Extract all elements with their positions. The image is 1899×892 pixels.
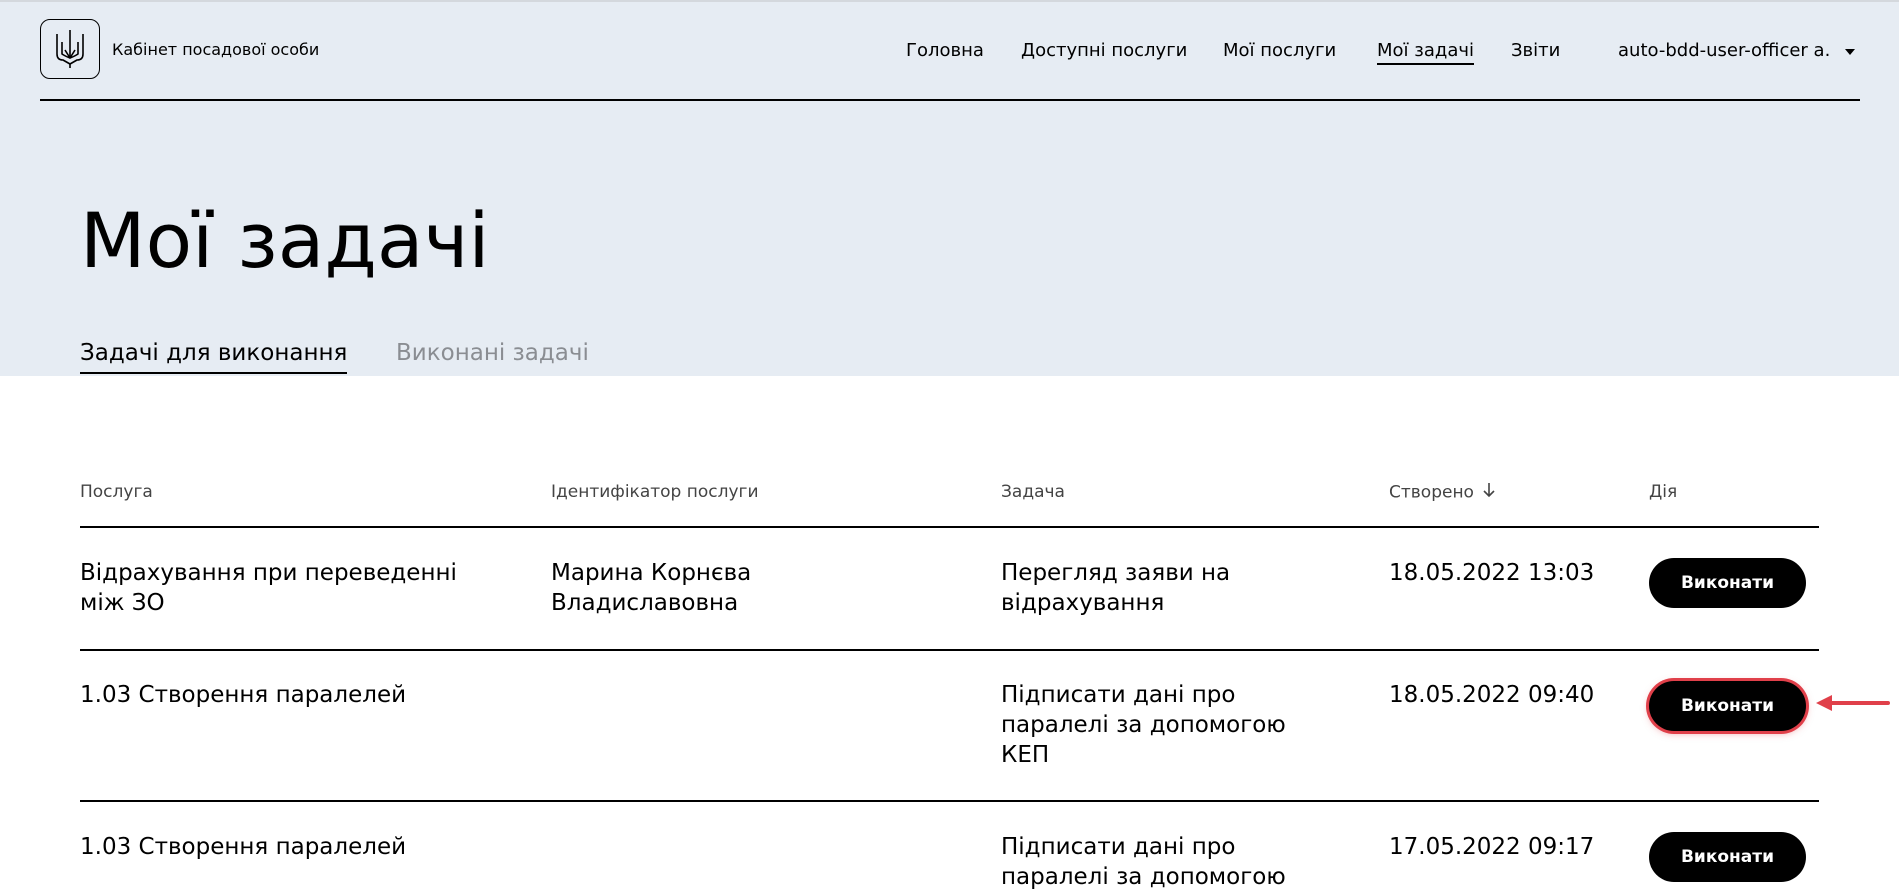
cell-task-line: Підписати дані про bbox=[1001, 834, 1236, 860]
column-header-identifier: Ідентифікатор послуги bbox=[551, 482, 759, 502]
cell-service: Відрахування при переведенні між ЗО bbox=[80, 558, 457, 618]
cell-task-line: Перегляд заяви на bbox=[1001, 560, 1231, 586]
column-header-created[interactable]: Створено bbox=[1389, 482, 1496, 503]
execute-button[interactable]: Виконати bbox=[1649, 681, 1806, 731]
cell-task: Перегляд заяви на відрахування bbox=[1001, 558, 1230, 618]
nav-item-reports[interactable]: Звіти bbox=[1511, 40, 1560, 61]
cell-task-line: відрахування bbox=[1001, 590, 1165, 616]
cell-task: Підписати дані про паралелі за допомогою… bbox=[1001, 680, 1286, 770]
tab-completed-tasks[interactable]: Виконані задачі bbox=[396, 340, 589, 372]
cell-created: 18.05.2022 09:40 bbox=[1389, 682, 1595, 708]
column-header-service: Послуга bbox=[80, 482, 153, 502]
table-header-divider bbox=[80, 526, 1819, 528]
cell-service: 1.03 Створення паралелей bbox=[80, 680, 406, 710]
nav-item-my-services[interactable]: Мої послуги bbox=[1223, 40, 1336, 61]
logo-text[interactable]: Кабінет посадової особи bbox=[112, 40, 319, 59]
cell-service-line: між ЗО bbox=[80, 590, 165, 616]
arrow-down-icon[interactable] bbox=[1482, 482, 1496, 503]
user-menu[interactable]: auto-bdd-user-officer a. bbox=[1618, 40, 1830, 61]
cell-task-line: паралелі за допомогою bbox=[1001, 712, 1286, 738]
nav-item-home[interactable]: Головна bbox=[906, 40, 984, 61]
execute-button[interactable]: Виконати bbox=[1649, 558, 1806, 608]
nav-item-available-services[interactable]: Доступні послуги bbox=[1021, 40, 1187, 61]
cell-created: 18.05.2022 13:03 bbox=[1389, 560, 1595, 586]
row-divider bbox=[80, 800, 1819, 802]
page-title: Мої задачі bbox=[80, 196, 490, 285]
cell-task: Підписати дані про паралелі за допомогою bbox=[1001, 832, 1286, 892]
cell-created: 17.05.2022 09:17 bbox=[1389, 834, 1595, 860]
cell-identifier-line: Марина Корнєва bbox=[551, 560, 752, 586]
cell-task-line: Підписати дані про bbox=[1001, 682, 1236, 708]
cell-identifier: Марина Корнєва Владиславовна bbox=[551, 558, 751, 618]
tab-tasks-to-do[interactable]: Задачі для виконання bbox=[80, 340, 348, 374]
red-arrow-icon bbox=[1816, 695, 1890, 711]
column-header-task: Задача bbox=[1001, 482, 1065, 502]
cell-task-line: паралелі за допомогою bbox=[1001, 864, 1286, 890]
cell-service: 1.03 Створення паралелей bbox=[80, 832, 406, 862]
column-header-action: Дія bbox=[1649, 482, 1678, 502]
trident-icon bbox=[56, 30, 84, 68]
top-header: Кабінет посадової особи Головна Доступні… bbox=[40, 0, 1860, 101]
cell-task-line: КЕП bbox=[1001, 742, 1050, 768]
nav-item-my-tasks[interactable]: Мої задачі bbox=[1377, 40, 1474, 65]
caret-down-icon[interactable] bbox=[1845, 49, 1855, 55]
column-header-created-label: Створено bbox=[1389, 482, 1474, 503]
cell-service-line: 1.03 Створення паралелей bbox=[80, 682, 407, 708]
cell-service-line: 1.03 Створення паралелей bbox=[80, 834, 407, 860]
cell-service-line: Відрахування при переведенні bbox=[80, 560, 457, 586]
execute-button[interactable]: Виконати bbox=[1649, 832, 1806, 882]
cell-identifier-line: Владиславовна bbox=[551, 590, 739, 616]
row-divider bbox=[80, 649, 1819, 651]
logo[interactable] bbox=[40, 19, 100, 79]
